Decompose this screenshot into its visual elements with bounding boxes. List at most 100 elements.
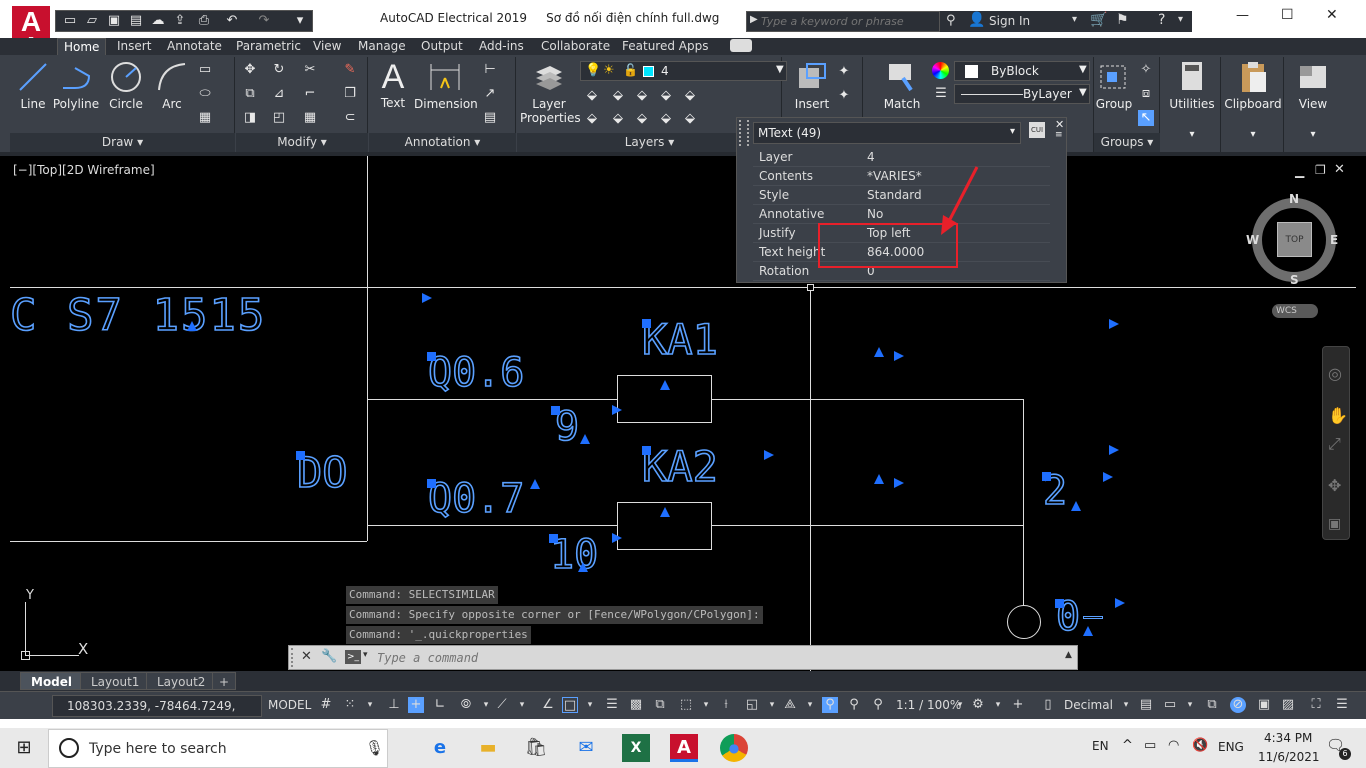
select-group-icon[interactable]: ↖ [1138, 110, 1154, 126]
maximize-button[interactable]: ☐ [1281, 7, 1294, 23]
tab-insert[interactable]: Insert [111, 38, 157, 55]
grip-arrow[interactable] [422, 293, 432, 303]
customization-menu-icon[interactable]: ☰ [1334, 697, 1350, 713]
arc-button[interactable]: Arc [153, 60, 191, 111]
isodraft-icon[interactable]: ⟋ [494, 697, 510, 713]
utilities-button[interactable]: Utilities ▾ [1164, 60, 1220, 140]
help-icon[interactable]: ? [1158, 12, 1165, 28]
selection-filter-dropdown-icon[interactable]: ▾ [764, 697, 780, 713]
3d-osnap-dropdown-icon[interactable]: ▾ [698, 697, 714, 713]
units-value[interactable]: Decimal [1064, 698, 1113, 712]
undo-icon[interactable]: ↶ [224, 13, 240, 29]
file-explorer-icon[interactable]: ▬ [474, 734, 502, 762]
graphics-icon[interactable]: ▨ [1280, 697, 1296, 713]
tab-home[interactable]: Home [57, 38, 107, 55]
polyline-button[interactable]: Polyline [52, 60, 100, 111]
group-edit-icon[interactable]: ⧈ [1138, 86, 1154, 102]
linetype-icon[interactable]: ☰ [933, 86, 949, 102]
new-file-icon[interactable]: ▭ [62, 13, 78, 29]
viewport-close-icon[interactable]: ✕ [1334, 162, 1345, 177]
lineweight-icon[interactable]: ☰ [604, 697, 620, 713]
q07-label[interactable]: Q0.7 [427, 475, 525, 523]
command-prompt-icon[interactable]: >_ [345, 650, 361, 664]
grip-arrow[interactable] [1109, 445, 1119, 455]
lock-ui-dropdown-icon[interactable]: ▾ [1182, 697, 1198, 713]
auto-scale-icon[interactable]: ⚲ [846, 697, 862, 713]
layer-tool-9-icon[interactable]: ⬙ [658, 111, 674, 127]
grip-square[interactable] [1055, 599, 1064, 608]
pan-icon[interactable]: ✋ [1328, 406, 1348, 425]
mirror-icon[interactable]: ⊿ [271, 86, 287, 102]
grip-square[interactable] [296, 451, 305, 460]
user-icon[interactable]: 👤 [968, 12, 985, 28]
property-row-style[interactable]: Style Standard [753, 186, 1050, 205]
grip-arrow[interactable] [580, 434, 590, 444]
wifi-icon[interactable]: ◠ [1168, 738, 1179, 753]
modify-panel-title[interactable]: Modify ▾ [236, 133, 368, 152]
workspace-gear-icon[interactable]: ⚙ [970, 697, 986, 713]
fullscreen-icon[interactable]: ⛶ [1308, 697, 1324, 713]
offset-icon[interactable]: ⊂ [342, 110, 358, 126]
units-dropdown-icon[interactable]: ▾ [1118, 697, 1134, 713]
fillet-icon[interactable]: ⌐ [302, 86, 318, 102]
model-space-button[interactable]: MODEL [268, 698, 311, 712]
object-snap-tracking-icon[interactable]: ∠ [540, 697, 556, 713]
layer-dropdown[interactable]: 💡 ☀ 🔓 4 ▼ [580, 61, 787, 81]
excel-icon[interactable]: X [622, 734, 650, 762]
hardware-acceleration-icon[interactable]: ⊘ [1230, 697, 1246, 713]
a360-icon[interactable]: ⚑ [1116, 12, 1129, 28]
layer-tool-7-icon[interactable]: ⬙ [610, 111, 626, 127]
open-file-icon[interactable]: ▱ [84, 13, 100, 29]
command-close-icon[interactable]: ✕ [301, 649, 312, 664]
table-icon[interactable]: ▤ [482, 110, 498, 126]
print-icon[interactable]: ⎙ [196, 13, 212, 29]
scale-icon[interactable]: ◰ [271, 110, 287, 126]
layer-tool-8-icon[interactable]: ⬙ [634, 111, 650, 127]
layer-tool-5-icon[interactable]: ⬙ [682, 88, 698, 104]
viewcube-top-face[interactable]: TOP [1277, 222, 1312, 257]
wcs-menu[interactable]: WCS [1272, 304, 1318, 318]
annotation-panel-title[interactable]: Annotation ▾ [369, 133, 516, 152]
stretch-icon[interactable]: ◨ [242, 110, 258, 126]
viewport-minimize-icon[interactable]: ▁ [1295, 164, 1304, 178]
array-icon[interactable]: ▦ [302, 110, 318, 126]
dynamic-ucs-icon[interactable]: ⟊ [718, 697, 734, 713]
tab-layout1[interactable]: Layout1 [80, 672, 151, 690]
command-expand-icon[interactable]: ▲ [1065, 650, 1072, 660]
layer-properties-button[interactable]: Layer Properties [520, 60, 581, 125]
grip-arrow[interactable] [1109, 319, 1119, 329]
property-row-contents[interactable]: Contents *VARIES* [753, 167, 1050, 186]
annotation-monitor-icon[interactable]: + [1010, 697, 1026, 713]
annotation-scale-icon[interactable]: ⚲ [870, 697, 886, 713]
grip-arrow[interactable] [764, 450, 774, 460]
tab-view[interactable]: View [307, 38, 347, 55]
q06-label[interactable]: Q0.6 [427, 349, 525, 397]
grip-arrow[interactable] [660, 380, 670, 390]
command-settings-icon[interactable]: 🔧 [321, 649, 337, 664]
property-row-layer[interactable]: Layer 4 [753, 148, 1050, 167]
battery-icon[interactable]: ▭ [1144, 738, 1156, 753]
viewport-controls-label[interactable]: [−][Top][2D Wireframe] [13, 163, 155, 177]
grip-square[interactable] [549, 534, 558, 543]
isolate-objects-icon[interactable]: ⧉ [1204, 697, 1220, 713]
tab-annotate[interactable]: Annotate [161, 38, 228, 55]
command-input[interactable] [377, 649, 1057, 666]
viewcube-east[interactable]: E [1330, 233, 1338, 247]
grip-arrow[interactable] [1071, 501, 1081, 511]
grip-arrow[interactable] [612, 533, 622, 543]
search-input[interactable] [761, 13, 935, 30]
grip-arrow[interactable] [612, 405, 622, 415]
line-button[interactable]: Line [14, 60, 52, 111]
erase-icon[interactable]: ✎ [342, 62, 358, 78]
customize-qat-icon[interactable]: ▾ [292, 13, 308, 29]
grip-arrow[interactable] [578, 562, 588, 572]
viewcube-north[interactable]: N [1289, 192, 1299, 206]
taskbar-search-box[interactable]: Type here to search 🎙 [48, 729, 388, 768]
grip-square[interactable] [427, 479, 436, 488]
store-icon[interactable]: 🛍 [522, 734, 550, 762]
coordinate-readout[interactable]: 108303.2339, -78464.7249, 0.0000 [52, 695, 262, 733]
selection-filter-icon[interactable]: ◱ [744, 697, 760, 713]
grip-arrow[interactable] [874, 347, 884, 357]
drawing-viewport[interactable]: [−][Top][2D Wireframe] C S7 1515 KA1 KA2… [10, 156, 1356, 671]
edge-icon[interactable]: e [426, 734, 454, 762]
